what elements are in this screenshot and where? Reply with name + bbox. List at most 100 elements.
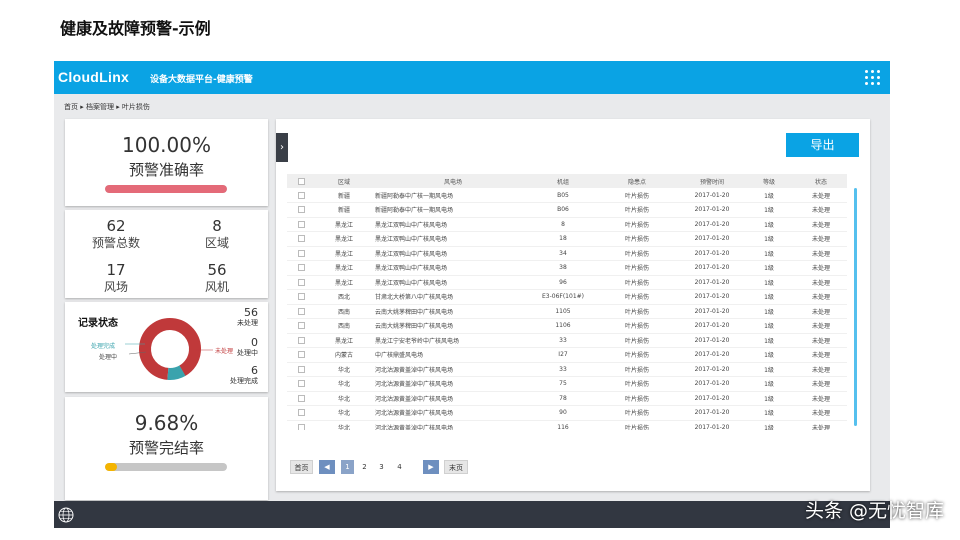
- status-processing-value: 0: [251, 336, 258, 349]
- table-cell: 2017-01-20: [681, 405, 743, 421]
- table-cell: 2017-01-20: [681, 260, 743, 276]
- table-cell: 黑龙江双鸭山中广核风电场: [373, 246, 533, 261]
- row-checkbox-cell[interactable]: [287, 376, 315, 392]
- row-checkbox[interactable]: [297, 394, 305, 402]
- row-checkbox[interactable]: [297, 380, 305, 388]
- table-cell: 2017-01-20: [681, 275, 743, 290]
- table-row[interactable]: 黑龙江 黑龙江双鸭山中广核风电场 8 叶片损伤 2017-01-20 1级 未处理: [287, 217, 847, 232]
- last-page-button[interactable]: 末页: [444, 460, 468, 474]
- alert-list-panel: 导出 区域 风电场 机组 隐患点 预警时间 等级 状态 新疆 新疆阿勒泰中广核一期风电场 B05…: [276, 119, 870, 491]
- table-cell: 未处理: [795, 362, 847, 377]
- collapse-sidebar-icon[interactable]: ›: [276, 133, 288, 162]
- row-checkbox[interactable]: [297, 220, 305, 228]
- row-checkbox-cell[interactable]: [287, 275, 315, 290]
- row-checkbox-cell[interactable]: [287, 391, 315, 406]
- table-cell: 未处理: [795, 347, 847, 363]
- select-all-checkbox[interactable]: [297, 177, 305, 185]
- row-checkbox[interactable]: [297, 336, 305, 344]
- table-row[interactable]: 西南 云南大姚茅稗田中广核风电场 1106 叶片损伤 2017-01-20 1级 未处理: [287, 318, 847, 334]
- status-processing: 0 处理中: [237, 336, 258, 358]
- table-scrollbar[interactable]: [854, 188, 857, 426]
- prev-page-icon[interactable]: ◀: [319, 460, 335, 474]
- table-cell: 33: [533, 333, 593, 348]
- table-row[interactable]: 华北 河北沽源黄盖淖中广核风电场 33 叶片损伤 2017-01-20 1级 未处理: [287, 362, 847, 377]
- table-cell: 1级: [743, 362, 795, 377]
- table-cell: 1级: [743, 188, 795, 203]
- table-cell: 叶片损伤: [593, 420, 681, 430]
- row-checkbox[interactable]: [297, 278, 305, 286]
- table-cell: 黑龙江: [315, 246, 373, 261]
- table-cell: 河北沽源黄盖淖中广核风电场: [373, 362, 533, 377]
- table-row[interactable]: 新疆 新疆阿勒泰中广核一期风电场 B06 叶片损伤 2017-01-20 1级 未处理: [287, 202, 847, 218]
- row-checkbox-cell[interactable]: [287, 231, 315, 247]
- row-checkbox-cell[interactable]: [287, 217, 315, 232]
- table-row[interactable]: 黑龙江 黑龙江双鸭山中广核风电场 18 叶片损伤 2017-01-20 1级 未处理: [287, 231, 847, 247]
- accuracy-bar-fill: [105, 185, 227, 193]
- table-cell: 西南: [315, 304, 373, 319]
- page-button-3[interactable]: 3: [376, 460, 387, 474]
- row-checkbox[interactable]: [297, 307, 305, 315]
- next-page-icon[interactable]: ▶: [423, 460, 439, 474]
- row-checkbox[interactable]: [297, 191, 305, 199]
- column-header: 预警时间: [681, 174, 743, 188]
- row-checkbox[interactable]: [297, 249, 305, 257]
- row-checkbox-cell[interactable]: [287, 347, 315, 363]
- table-row[interactable]: 新疆 新疆阿勒泰中广核一期风电场 B05 叶片损伤 2017-01-20 1级 未处理: [287, 188, 847, 203]
- export-button[interactable]: 导出: [786, 133, 859, 157]
- accuracy-bar: [105, 185, 227, 193]
- row-checkbox-cell[interactable]: [287, 188, 315, 203]
- row-checkbox-cell[interactable]: [287, 246, 315, 261]
- row-checkbox[interactable]: [297, 365, 305, 373]
- row-checkbox-cell[interactable]: [287, 362, 315, 377]
- row-checkbox-cell[interactable]: [287, 420, 315, 430]
- row-checkbox-cell[interactable]: [287, 405, 315, 421]
- row-checkbox-cell[interactable]: [287, 304, 315, 319]
- row-checkbox[interactable]: [297, 293, 305, 301]
- page-button-4[interactable]: 4: [394, 460, 405, 474]
- column-header: 风电场: [373, 174, 533, 188]
- table-cell: 新疆阿勒泰中广核一期风电场: [373, 188, 533, 203]
- table-row[interactable]: 华北 河北沽源黄盖淖中广核风电场 116 叶片损伤 2017-01-20 1级 未处理: [287, 420, 847, 430]
- row-checkbox[interactable]: [297, 322, 305, 330]
- table-cell: 黑龙江双鸭山中广核风电场: [373, 231, 533, 247]
- row-checkbox-cell[interactable]: [287, 202, 315, 218]
- table-cell: 1级: [743, 246, 795, 261]
- select-all-checkbox-cell[interactable]: [287, 174, 315, 188]
- page-button-1[interactable]: 1: [341, 460, 354, 474]
- table-row[interactable]: 西南 云南大姚茅稗田中广核风电场 1105 叶片损伤 2017-01-20 1级 未处理: [287, 304, 847, 319]
- table-row[interactable]: 黑龙江 黑龙江双鸭山中广核风电场 34 叶片损伤 2017-01-20 1级 未处理: [287, 246, 847, 261]
- table-cell: 河北沽源黄盖淖中广核风电场: [373, 391, 533, 406]
- donut-label-completed: 处理完成: [91, 343, 116, 350]
- row-checkbox[interactable]: [297, 235, 305, 243]
- table-row[interactable]: 华北 河北沽源黄盖淖中广核风电场 75 叶片损伤 2017-01-20 1级 未处理: [287, 376, 847, 392]
- row-checkbox[interactable]: [297, 264, 305, 272]
- table-row[interactable]: 华北 河北沽源黄盖淖中广核风电场 78 叶片损伤 2017-01-20 1级 未处理: [287, 391, 847, 406]
- count-farms-label: 风场: [103, 280, 128, 294]
- alert-table: 区域 风电场 机组 隐患点 预警时间 等级 状态 新疆 新疆阿勒泰中广核一期风电场 B05 叶片损…: [287, 174, 855, 430]
- table-row[interactable]: 黑龙江 黑龙江宁安老爷岭中广核风电场 33 叶片损伤 2017-01-20 1级 未处理: [287, 333, 847, 348]
- page-button-2[interactable]: 2: [359, 460, 370, 474]
- status-completed-label: 处理完成: [230, 377, 258, 385]
- row-checkbox-cell[interactable]: [287, 318, 315, 334]
- row-checkbox[interactable]: [297, 351, 305, 359]
- globe-icon[interactable]: [58, 507, 74, 523]
- row-checkbox-cell[interactable]: [287, 333, 315, 348]
- app-grid-icon[interactable]: [865, 70, 881, 86]
- table-row[interactable]: 黑龙江 黑龙江双鸭山中广核风电场 38 叶片损伤 2017-01-20 1级 未处理: [287, 260, 847, 276]
- table-cell: 116: [533, 420, 593, 430]
- table-cell: 河北沽源黄盖淖中广核风电场: [373, 420, 533, 430]
- table-row[interactable]: 内蒙古 中广核鼎盛风电场 I27 叶片损伤 2017-01-20 1级 未处理: [287, 347, 847, 363]
- row-checkbox[interactable]: [297, 206, 305, 214]
- table-cell: 1级: [743, 289, 795, 305]
- row-checkbox-cell[interactable]: [287, 260, 315, 276]
- table-row[interactable]: 黑龙江 黑龙江双鸭山中广核风电场 96 叶片损伤 2017-01-20 1级 未处理: [287, 275, 847, 290]
- first-page-button[interactable]: 首页: [290, 460, 313, 474]
- row-checkbox[interactable]: [297, 409, 305, 417]
- table-row[interactable]: 西北 甘肃北大桥第八中广核风电场 E3-06F(101#) 叶片损伤 2017-01-2…: [287, 289, 847, 305]
- table-cell: 8: [533, 217, 593, 232]
- table-row[interactable]: 华北 河北沽源黄盖淖中广核风电场 90 叶片损伤 2017-01-20 1级 未处理: [287, 405, 847, 421]
- table-cell: 叶片损伤: [593, 347, 681, 363]
- breadcrumb[interactable]: 首页 ▸ 档案管理 ▸ 叶片损伤: [64, 102, 150, 112]
- row-checkbox-cell[interactable]: [287, 289, 315, 305]
- row-checkbox[interactable]: [297, 423, 305, 430]
